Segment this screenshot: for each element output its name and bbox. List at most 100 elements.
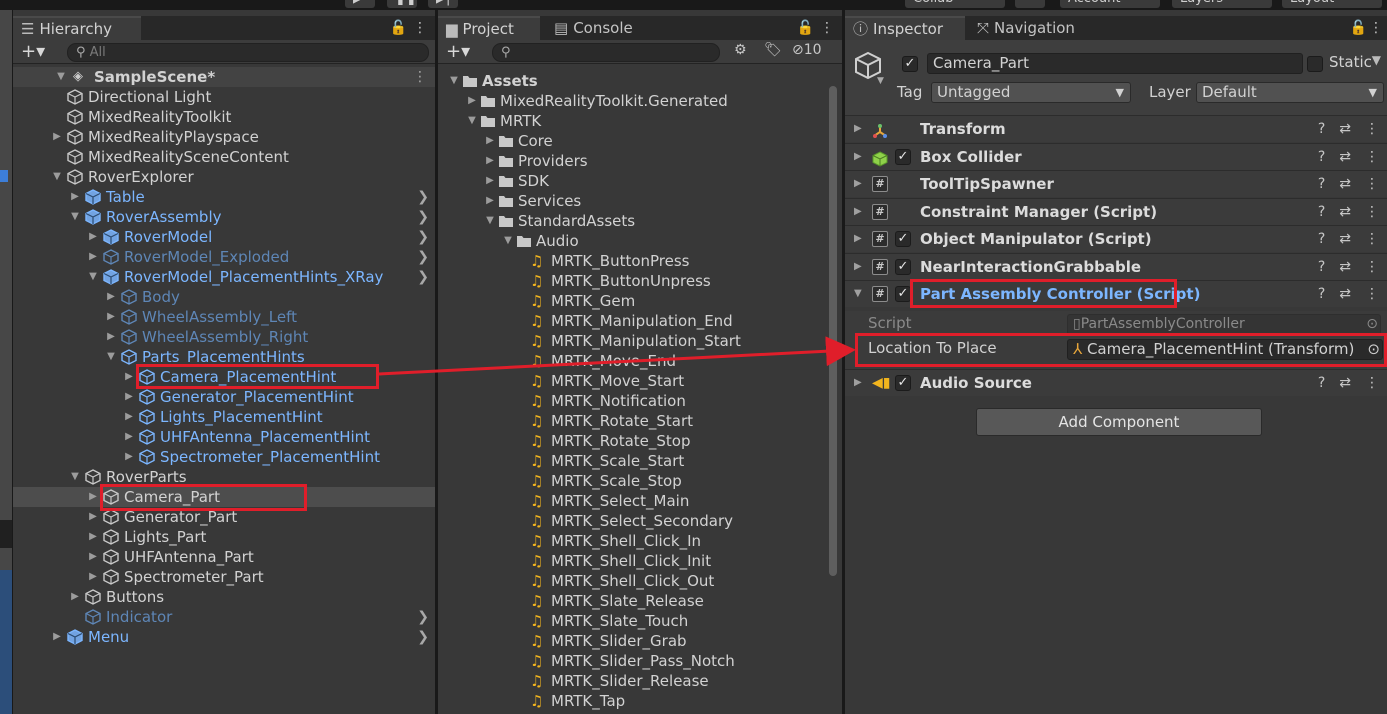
hierarchy-item[interactable]: ▶ Camera_PlacementHint xyxy=(13,367,435,387)
component-audio-source[interactable]: ▶ ◀▮ ✓ Audio Source ? ⇄ ⋮ xyxy=(845,369,1387,396)
fold-arrow-icon[interactable]: ▶ xyxy=(854,144,862,170)
help-icon[interactable]: ? xyxy=(1318,171,1325,197)
more-options-icon[interactable]: ⋮ xyxy=(1369,16,1383,40)
hierarchy-item[interactable]: Indicator ❯ xyxy=(13,607,435,627)
help-icon[interactable]: ? xyxy=(1318,226,1325,252)
project-audio-file[interactable]: ♫ MRTK_Rotate_Stop xyxy=(438,431,842,451)
more-options-icon[interactable]: ⋮ xyxy=(1365,144,1379,170)
fold-arrow-icon[interactable]: ▶ xyxy=(484,191,496,211)
fold-arrow-icon[interactable]: ▶ xyxy=(51,627,63,647)
chevron-right-icon[interactable]: ❯ xyxy=(417,227,429,247)
hierarchy-item[interactable]: ▶ Generator_PlacementHint xyxy=(13,387,435,407)
scene-header[interactable]: ▼ ◈ SampleScene* ⋮ xyxy=(13,67,435,87)
project-audio-file[interactable]: ♫ MRTK_ButtonPress xyxy=(438,251,842,271)
help-icon[interactable]: ? xyxy=(1318,116,1325,142)
component-header[interactable]: ▶ # ✓ Object Manipulator (Script)? ⇄ ⋮ xyxy=(845,225,1387,252)
chevron-right-icon[interactable]: ❯ xyxy=(417,247,429,267)
project-audio-file[interactable]: ♫ MRTK_Tap xyxy=(438,691,842,711)
hierarchy-item[interactable]: ▶ Menu ❯ xyxy=(13,627,435,647)
fold-arrow-icon[interactable]: ▶ xyxy=(69,187,81,207)
active-checkbox[interactable]: ✓ xyxy=(902,56,918,72)
fold-arrow-icon[interactable]: ▶ xyxy=(69,587,81,607)
presets-icon[interactable]: ⇄ xyxy=(1339,370,1351,396)
project-audio-file[interactable]: ♫ MRTK_Scale_Start xyxy=(438,451,842,471)
hierarchy-item[interactable]: ▶ Spectrometer_PlacementHint xyxy=(13,447,435,467)
fold-arrow-icon[interactable]: ▶ xyxy=(87,567,99,587)
help-icon[interactable]: ? xyxy=(1318,370,1325,396)
help-icon[interactable]: ? xyxy=(1318,144,1325,170)
location-to-place-field[interactable]: ⅄ Camera_PlacementHint (Transform) ⊙ xyxy=(1067,339,1383,360)
fold-arrow-icon[interactable]: ▼ xyxy=(854,281,862,307)
component-header[interactable]: ▶ # Constraint Manager (Script)? ⇄ ⋮ xyxy=(845,197,1387,225)
project-folder[interactable]: ▶ SDK xyxy=(438,171,842,191)
step-button[interactable]: ▶| xyxy=(428,0,458,8)
more-options-icon[interactable]: ⋮ xyxy=(1365,226,1379,252)
project-audio-file[interactable]: ♫ MRTK_Select_Main xyxy=(438,491,842,511)
hierarchy-item[interactable]: ▶ WheelAssembly_Right xyxy=(13,327,435,347)
more-options-icon[interactable]: ⋮ xyxy=(1365,254,1379,280)
project-audio-file[interactable]: ♫ MRTK_Select_Secondary xyxy=(438,511,842,531)
fold-arrow-icon[interactable]: ▶ xyxy=(854,254,862,280)
hierarchy-item[interactable]: ▼ RoverAssembly ❯ xyxy=(13,207,435,227)
project-audio-file[interactable]: ♫ MRTK_Rotate_Start xyxy=(438,411,842,431)
presets-icon[interactable]: ⇄ xyxy=(1339,281,1351,307)
fold-arrow-icon[interactable]: ▼ xyxy=(69,207,81,227)
project-audio-file[interactable]: ♫ MRTK_Slate_Release xyxy=(438,591,842,611)
project-folder[interactable]: ▶ Core xyxy=(438,131,842,151)
project-folder[interactable]: ▶ Providers xyxy=(438,151,842,171)
filter-by-label-icon[interactable]: 🏷 xyxy=(764,42,782,58)
presets-icon[interactable]: ⇄ xyxy=(1339,171,1351,197)
tab-hierarchy[interactable]: ☰ Hierarchy xyxy=(13,16,141,40)
component-header[interactable]: ▼ # ✓ Part Assembly Controller (Script)? ⇄ ⋮ xyxy=(845,280,1387,307)
project-audio-file[interactable]: ♫ MRTK_ButtonUnpress xyxy=(438,271,842,291)
hierarchy-item[interactable]: ▶ WheelAssembly_Left xyxy=(13,307,435,327)
hierarchy-item[interactable]: MixedRealityToolkit xyxy=(13,107,435,127)
tab-console[interactable]: ▤ Console xyxy=(546,16,646,40)
project-folder[interactable]: ▶ MixedRealityToolkit.Generated xyxy=(438,91,842,111)
fold-arrow-icon[interactable]: ▶ xyxy=(484,131,496,151)
pause-button[interactable]: ❚❚ xyxy=(387,0,417,8)
fold-arrow-icon[interactable]: ▶ xyxy=(51,127,63,147)
cloud-icon[interactable] xyxy=(1015,0,1045,8)
fold-arrow-icon[interactable]: ▶ xyxy=(87,507,99,527)
fold-arrow-icon[interactable]: ▶ xyxy=(854,171,862,197)
chevron-right-icon[interactable]: ❯ xyxy=(417,607,429,627)
fold-arrow-icon[interactable]: ▶ xyxy=(123,427,135,447)
project-folder[interactable]: ▼ StandardAssets xyxy=(438,211,842,231)
fold-arrow-icon[interactable]: ▶ xyxy=(854,370,862,396)
tab-project[interactable]: ▆ Project xyxy=(438,16,540,40)
chevron-right-icon[interactable]: ❯ xyxy=(417,267,429,287)
fold-arrow-icon[interactable]: ▶ xyxy=(87,527,99,547)
add-component-button[interactable]: Add Component xyxy=(976,408,1262,436)
fold-arrow-icon[interactable]: ▼ xyxy=(466,111,478,131)
more-options-icon[interactable]: ⋮ xyxy=(1365,281,1379,307)
hierarchy-item[interactable]: ▶ Lights_Part xyxy=(13,527,435,547)
fold-arrow-icon[interactable]: ▶ xyxy=(123,447,135,467)
collab-button[interactable]: Collab xyxy=(905,0,1005,8)
chevron-right-icon[interactable]: ❯ xyxy=(417,187,429,207)
more-options-icon[interactable]: ⋮ xyxy=(413,16,427,40)
project-scrollbar[interactable] xyxy=(829,86,837,576)
fold-arrow-icon[interactable]: ▶ xyxy=(87,227,99,247)
project-audio-file[interactable]: ♫ MRTK_Manipulation_End xyxy=(438,311,842,331)
fold-arrow-icon[interactable]: ▶ xyxy=(854,199,862,225)
fold-arrow-icon[interactable]: ▼ xyxy=(502,231,514,251)
hidden-packages-toggle[interactable]: ⊘10 xyxy=(792,42,822,58)
create-button[interactable]: +▾ xyxy=(21,41,45,62)
fold-arrow-icon[interactable]: ▼ xyxy=(105,347,117,367)
presets-icon[interactable]: ⇄ xyxy=(1339,116,1351,142)
fold-arrow-icon[interactable]: ▶ xyxy=(854,116,862,142)
fold-arrow-icon[interactable]: ▼ xyxy=(51,167,63,187)
fold-arrow-icon[interactable]: ▶ xyxy=(87,487,99,507)
account-dropdown[interactable]: Account xyxy=(1060,0,1160,8)
fold-arrow-icon[interactable]: ▶ xyxy=(87,547,99,567)
fold-arrow-icon[interactable]: ▶ xyxy=(123,407,135,427)
object-name-field[interactable]: Camera_Part xyxy=(927,53,1303,74)
fold-arrow-icon[interactable]: ▶ xyxy=(484,171,496,191)
project-search-input[interactable]: ⚲ xyxy=(492,43,720,62)
presets-icon[interactable]: ⇄ xyxy=(1339,144,1351,170)
lock-icon[interactable]: 🔓 xyxy=(797,16,814,40)
component-header[interactable]: ▶ # ToolTipSpawner? ⇄ ⋮ xyxy=(845,170,1387,197)
project-audio-file[interactable]: ♫ MRTK_Shell_Click_Init xyxy=(438,551,842,571)
help-icon[interactable]: ? xyxy=(1318,199,1325,225)
